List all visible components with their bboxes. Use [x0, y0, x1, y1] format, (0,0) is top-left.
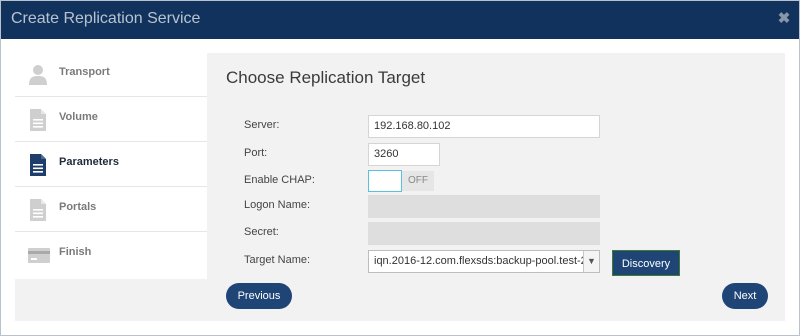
logon-name-label: Logon Name: [244, 199, 311, 211]
secret-input[interactable] [368, 222, 600, 245]
toggle-off-label: OFF [402, 171, 434, 191]
step-portals[interactable]: Portals [15, 188, 207, 232]
document-icon [30, 199, 46, 221]
step-label: Portals [59, 201, 97, 213]
previous-button[interactable]: Previous [226, 283, 292, 309]
credit-card-icon [28, 248, 50, 263]
target-name-value: iqn.2016-12.com.flexsds:backup-pool.test… [374, 255, 587, 267]
toggle-handle [368, 170, 402, 192]
create-replication-dialog: Create Replication Service ✖ Transport V… [0, 0, 800, 336]
enable-chap-toggle[interactable]: OFF [368, 170, 434, 192]
logon-name-input[interactable] [368, 195, 600, 218]
dialog-title: Create Replication Service [11, 10, 201, 27]
chevron-down-icon[interactable]: ▼ [583, 251, 599, 272]
dialog-body: Transport Volume Parameters Portals Fini… [15, 53, 785, 321]
wizard-steps: Transport Volume Parameters Portals Fini… [15, 53, 207, 279]
target-name-select[interactable]: iqn.2016-12.com.flexsds:backup-pool.test… [368, 250, 600, 273]
document-icon [30, 154, 46, 176]
discovery-button[interactable]: Discovery [612, 250, 680, 276]
step-label: Parameters [59, 156, 119, 168]
next-button[interactable]: Next [722, 283, 768, 309]
port-input[interactable]: 3260 [368, 143, 440, 166]
server-label: Server: [244, 119, 280, 131]
secret-label: Secret: [244, 226, 279, 238]
parameters-panel: Choose Replication Target Server: 192.16… [207, 53, 785, 321]
step-label: Transport [59, 66, 110, 78]
step-label: Finish [59, 246, 92, 258]
dialog-titlebar: Create Replication Service ✖ [1, 1, 799, 39]
step-transport[interactable]: Transport [15, 53, 207, 97]
step-parameters[interactable]: Parameters [15, 143, 207, 187]
close-icon[interactable]: ✖ [777, 11, 791, 27]
document-icon [30, 109, 46, 131]
port-label: Port: [244, 147, 268, 159]
page-title: Choose Replication Target [226, 68, 426, 87]
step-label: Volume [59, 111, 98, 123]
target-name-label: Target Name: [244, 254, 311, 266]
enable-chap-label: Enable CHAP: [244, 174, 315, 186]
step-finish[interactable]: Finish [15, 233, 207, 277]
user-icon [29, 65, 47, 85]
step-volume[interactable]: Volume [15, 98, 207, 142]
server-input[interactable]: 192.168.80.102 [368, 115, 600, 138]
